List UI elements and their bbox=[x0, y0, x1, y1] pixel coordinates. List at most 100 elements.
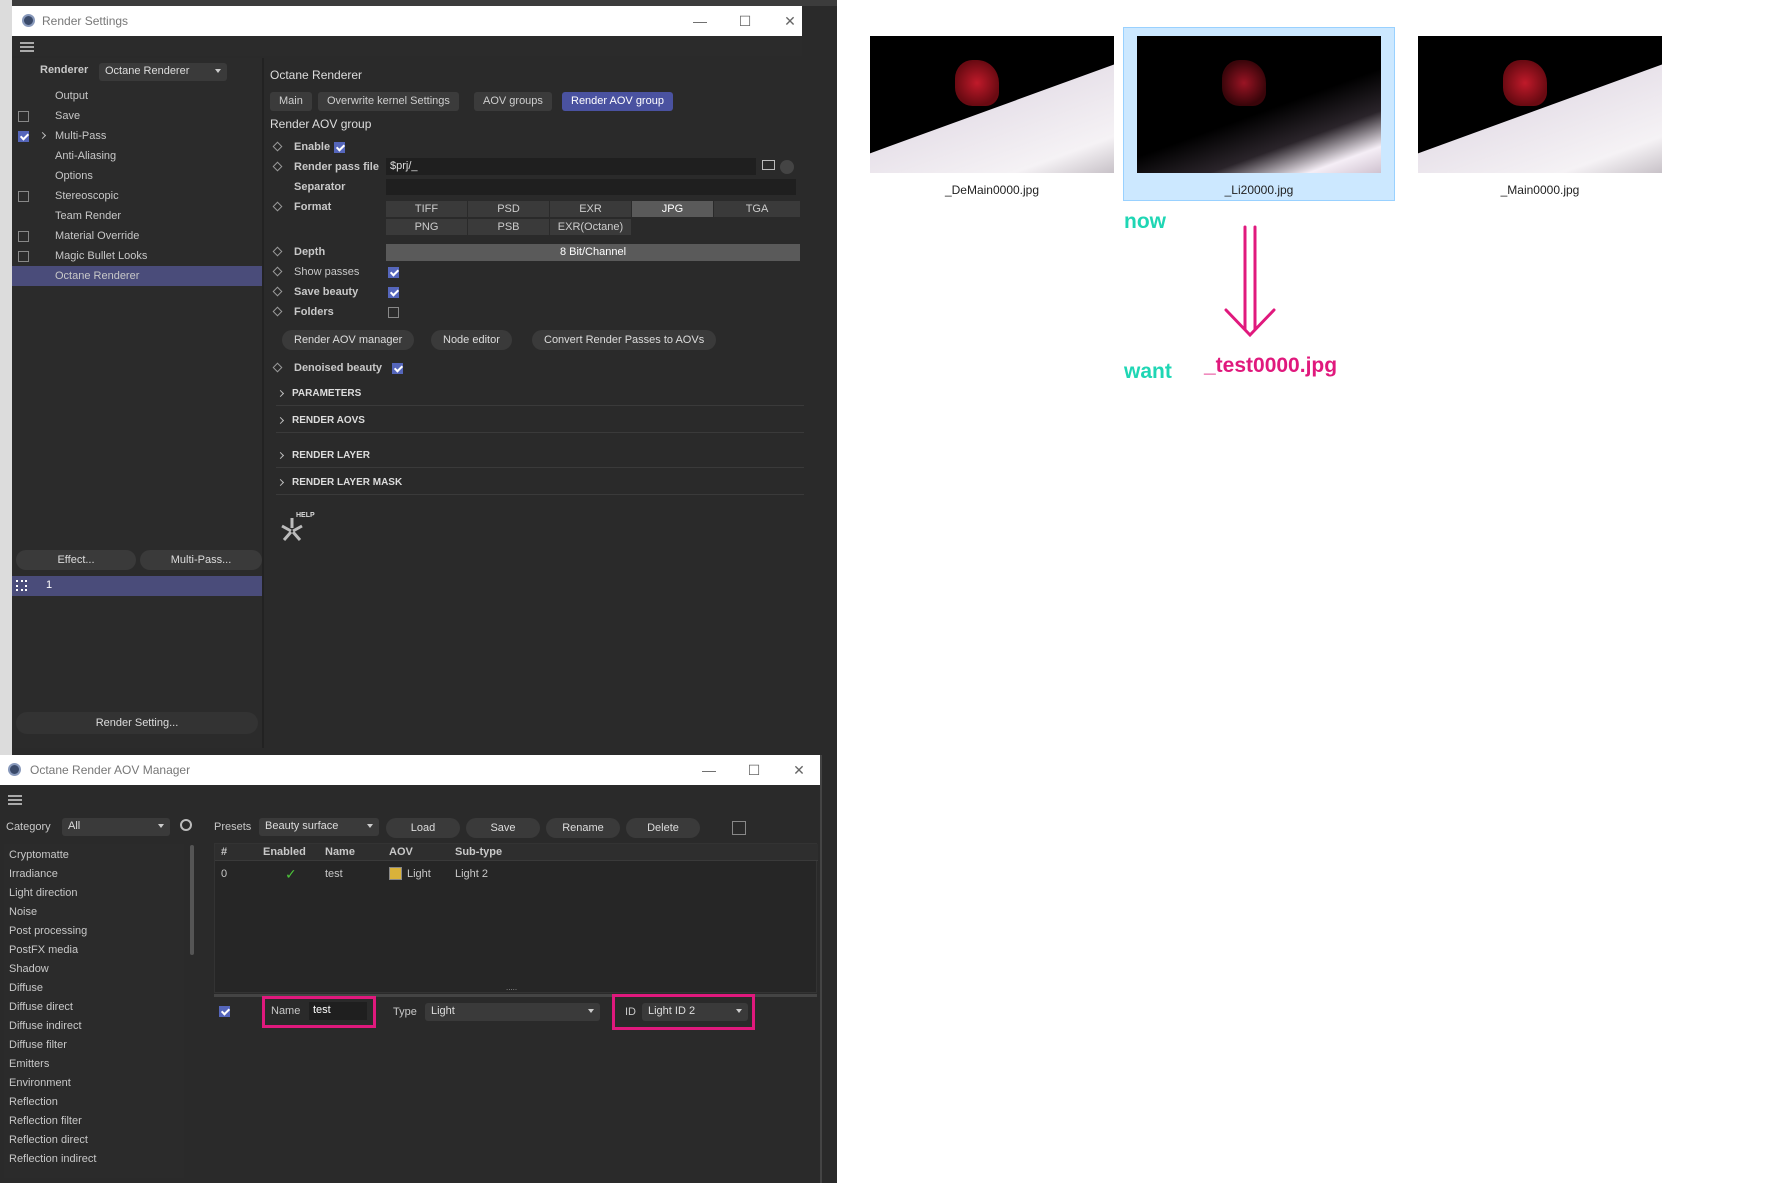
settings-item-stereoscopic[interactable]: Stereoscopic bbox=[12, 186, 262, 206]
presets-dropdown[interactable]: Beauty surface bbox=[259, 818, 379, 836]
render-aov-manager-button[interactable]: Render AOV manager bbox=[282, 330, 415, 350]
settings-item-checkbox[interactable] bbox=[18, 231, 29, 242]
category-dropdown[interactable]: All bbox=[62, 818, 170, 836]
category-scrollbar[interactable] bbox=[190, 845, 194, 955]
category-item[interactable]: Light direction bbox=[9, 884, 78, 903]
tab-render-aov-group[interactable]: Render AOV group bbox=[562, 92, 673, 111]
light-id-dropdown[interactable]: Light ID 2 bbox=[642, 1003, 748, 1021]
save-button[interactable]: Save bbox=[466, 818, 540, 838]
category-item[interactable]: Post processing bbox=[9, 922, 87, 941]
settings-item-checkbox[interactable] bbox=[18, 191, 29, 202]
effect-button[interactable]: Effect... bbox=[16, 550, 136, 570]
category-item[interactable]: Reflection filter bbox=[9, 1112, 82, 1131]
settings-item-material-override[interactable]: Material Override bbox=[12, 226, 262, 246]
folders-checkbox[interactable] bbox=[388, 307, 399, 318]
maximize-button[interactable]: ☐ bbox=[739, 759, 769, 781]
format-jpg[interactable]: JPG bbox=[632, 201, 713, 217]
format-tiff[interactable]: TIFF bbox=[386, 201, 467, 217]
folder-icon[interactable] bbox=[762, 160, 775, 170]
section-render-layer-mask[interactable]: RENDER LAYER MASK bbox=[276, 471, 804, 495]
maximize-button[interactable]: ☐ bbox=[730, 10, 760, 32]
format-exr[interactable]: EXR bbox=[550, 201, 631, 217]
section-parameters[interactable]: PARAMETERS bbox=[276, 382, 804, 406]
section-render-layer[interactable]: RENDER LAYER bbox=[276, 444, 804, 468]
render-pass-file-input[interactable]: $prj/_ bbox=[386, 158, 756, 175]
tab-overwrite-kernel-settings[interactable]: Overwrite kernel Settings bbox=[318, 92, 459, 111]
settings-item-output[interactable]: Output bbox=[12, 86, 262, 106]
thumbnail-demain[interactable] bbox=[870, 36, 1114, 173]
keyframe-diamond-icon[interactable] bbox=[272, 201, 283, 212]
close-button[interactable]: ✕ bbox=[784, 759, 814, 781]
format-png[interactable]: PNG bbox=[386, 219, 467, 235]
settings-item-multi-pass[interactable]: Multi-Pass bbox=[12, 126, 262, 146]
save-beauty-checkbox[interactable] bbox=[388, 287, 399, 298]
settings-item-team-render[interactable]: Team Render bbox=[12, 206, 262, 226]
settings-item-checkbox[interactable] bbox=[18, 131, 29, 142]
format-exr-octane[interactable]: EXR(Octane) bbox=[550, 219, 631, 235]
pane-divider[interactable] bbox=[262, 58, 264, 748]
settings-item-save[interactable]: Save bbox=[12, 106, 262, 126]
category-item[interactable]: PostFX media bbox=[9, 941, 78, 960]
settings-item-magic-bullet-looks[interactable]: Magic Bullet Looks bbox=[12, 246, 262, 266]
search-icon[interactable] bbox=[180, 819, 192, 831]
aov-enabled-checkbox[interactable] bbox=[219, 1006, 230, 1017]
thumbnail-li2[interactable] bbox=[1137, 36, 1381, 173]
settings-item-checkbox[interactable] bbox=[18, 251, 29, 262]
type-dropdown[interactable]: Light bbox=[425, 1003, 600, 1021]
load-button[interactable]: Load bbox=[386, 818, 460, 838]
settings-item-octane-renderer[interactable]: Octane Renderer bbox=[12, 266, 262, 286]
settings-item-checkbox[interactable] bbox=[18, 111, 29, 122]
category-item[interactable]: Diffuse filter bbox=[9, 1036, 67, 1055]
pin-icon[interactable] bbox=[732, 821, 746, 835]
format-tga[interactable]: TGA bbox=[714, 201, 800, 217]
enabled-check-icon[interactable]: ✓ bbox=[285, 866, 297, 883]
settings-item-anti-aliasing[interactable]: Anti-Aliasing bbox=[12, 146, 262, 166]
hamburger-menu-icon[interactable] bbox=[8, 795, 22, 805]
minimize-button[interactable]: — bbox=[685, 10, 715, 32]
convert-render-passes-button[interactable]: Convert Render Passes to AOVs bbox=[532, 330, 717, 350]
render-setting-button[interactable]: Render Setting... bbox=[16, 712, 258, 734]
name-input[interactable]: test bbox=[309, 1002, 367, 1020]
category-item[interactable]: Reflection bbox=[9, 1093, 58, 1112]
keyframe-diamond-icon[interactable] bbox=[272, 141, 283, 152]
settings-item-options[interactable]: Options bbox=[12, 166, 262, 186]
keyframe-diamond-icon[interactable] bbox=[272, 306, 283, 317]
separator-input[interactable] bbox=[386, 179, 796, 195]
multipass-button[interactable]: Multi-Pass... bbox=[140, 550, 262, 570]
enable-checkbox[interactable] bbox=[334, 142, 345, 153]
node-editor-button[interactable]: Node editor bbox=[431, 330, 512, 350]
category-item[interactable]: Environment bbox=[9, 1074, 71, 1093]
category-item[interactable]: Diffuse indirect bbox=[9, 1017, 82, 1036]
denoised-beauty-checkbox[interactable] bbox=[392, 363, 403, 374]
keyframe-diamond-icon[interactable] bbox=[272, 266, 283, 277]
keyframe-diamond-icon[interactable] bbox=[272, 161, 283, 172]
close-button[interactable]: ✕ bbox=[775, 10, 805, 32]
format-psb[interactable]: PSB bbox=[468, 219, 549, 235]
category-item[interactable]: Irradiance bbox=[9, 865, 58, 884]
tab-main[interactable]: Main bbox=[270, 92, 312, 111]
thumbnail-main[interactable] bbox=[1418, 36, 1662, 173]
keyframe-diamond-icon[interactable] bbox=[272, 362, 283, 373]
depth-dropdown[interactable]: 8 Bit/Channel bbox=[386, 244, 800, 261]
category-item[interactable]: Shadow bbox=[9, 960, 49, 979]
keyframe-diamond-icon[interactable] bbox=[272, 246, 283, 257]
options-chevron-icon[interactable] bbox=[780, 160, 794, 174]
delete-button[interactable]: Delete bbox=[626, 818, 700, 838]
rename-button[interactable]: Rename bbox=[546, 818, 620, 838]
minimize-button[interactable]: — bbox=[694, 759, 724, 781]
category-item[interactable]: Diffuse direct bbox=[9, 998, 73, 1017]
category-item[interactable]: Reflection indirect bbox=[9, 1150, 96, 1169]
renderer-dropdown[interactable]: Octane Renderer bbox=[99, 63, 227, 81]
keyframe-diamond-icon[interactable] bbox=[272, 286, 283, 297]
chevron-right-icon[interactable] bbox=[38, 131, 47, 140]
render-setting-preset-row[interactable]: 1 bbox=[12, 576, 262, 596]
category-item[interactable]: Cryptomatte bbox=[9, 846, 69, 865]
format-psd[interactable]: PSD bbox=[468, 201, 549, 217]
section-render-aovs[interactable]: RENDER AOVS bbox=[276, 409, 804, 433]
category-item[interactable]: Diffuse bbox=[9, 979, 43, 998]
tab-aov-groups[interactable]: AOV groups bbox=[474, 92, 552, 111]
category-item[interactable]: Noise bbox=[9, 903, 37, 922]
category-item[interactable]: Reflection direct bbox=[9, 1131, 88, 1150]
table-row[interactable]: 0 ✓ test Light Light 2 bbox=[215, 864, 818, 884]
category-item[interactable]: Emitters bbox=[9, 1055, 49, 1074]
